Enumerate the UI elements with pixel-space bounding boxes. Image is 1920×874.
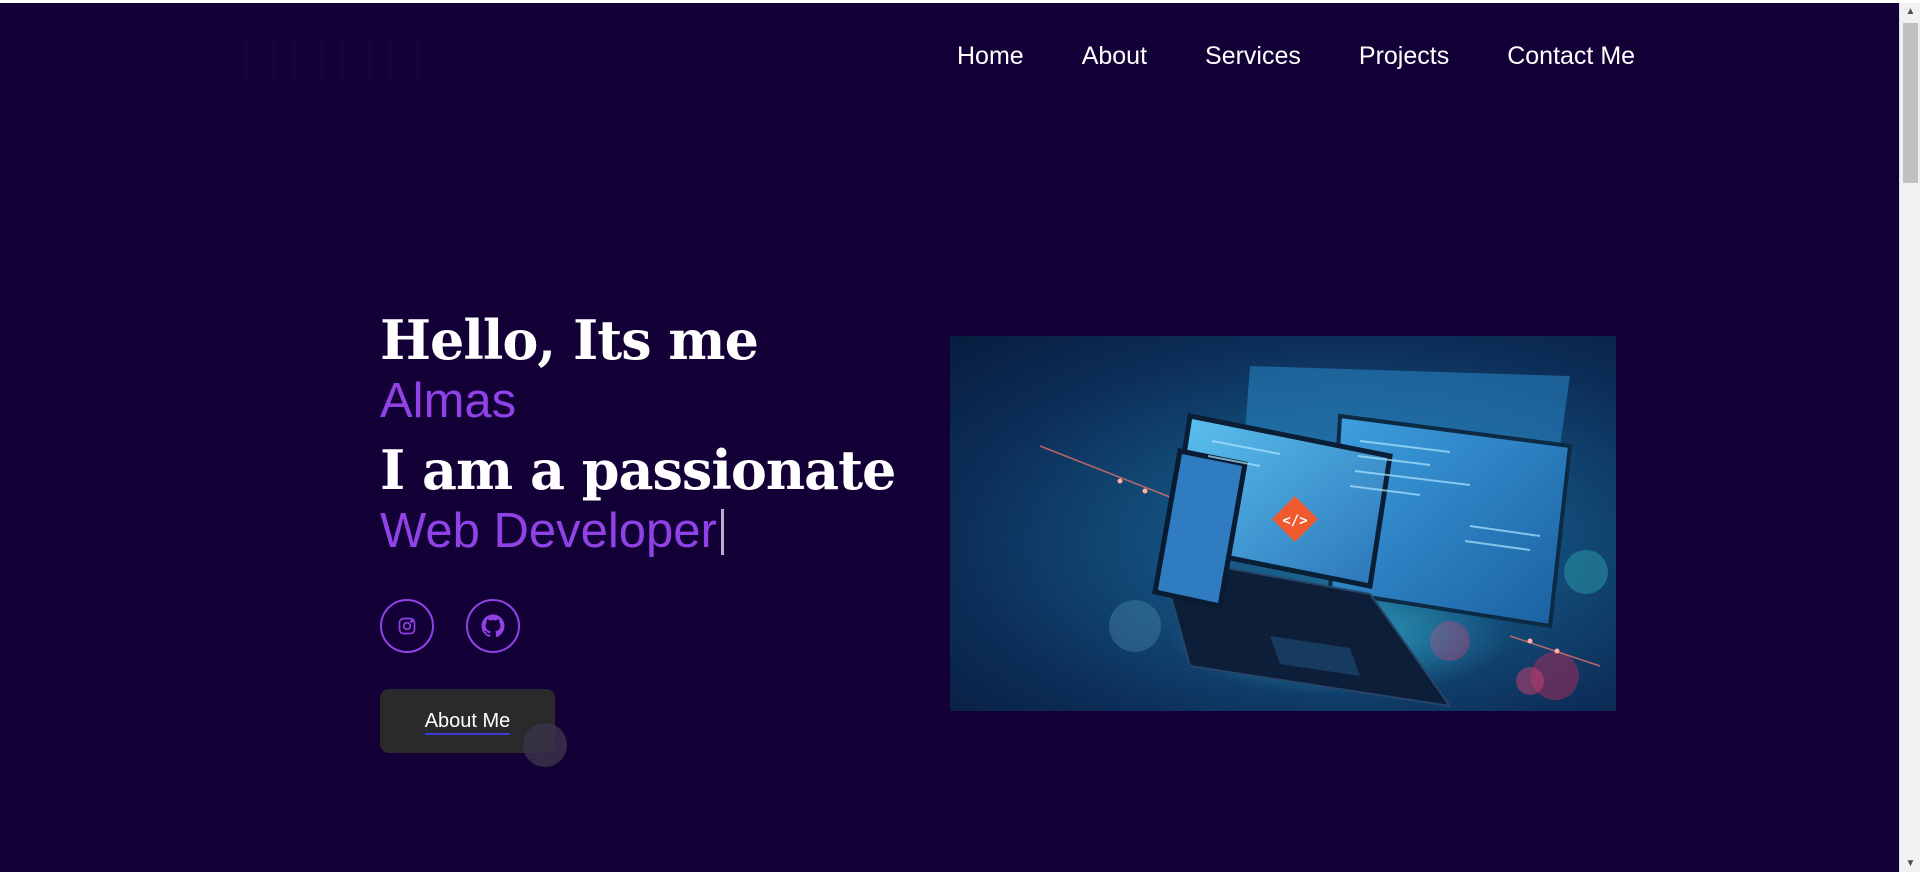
logo-mark: [293, 35, 323, 79]
light-dot: [1117, 478, 1123, 484]
scrollbar-thumb[interactable]: [1903, 23, 1918, 183]
hero-role: Web Developer: [380, 504, 717, 558]
nav-link-services[interactable]: Services: [1205, 41, 1301, 71]
hero-tagline: I am a passionate: [380, 438, 896, 502]
github-link[interactable]: [466, 599, 520, 653]
logo-mark: [245, 35, 275, 79]
light-dot: [1527, 638, 1533, 644]
hero-text: Hello, Its me Almas I am a passionate We…: [380, 309, 940, 561]
logo-mark: [389, 35, 419, 79]
about-me-label: About Me: [424, 709, 511, 735]
navbar: Home About Services Projects Contact Me: [0, 3, 1899, 103]
social-links: [380, 599, 520, 653]
nav-link-projects[interactable]: Projects: [1359, 41, 1449, 71]
hero-name: Almas: [380, 374, 517, 428]
typing-cursor: [720, 509, 724, 555]
code-icon: </>: [1282, 513, 1307, 529]
about-button-wrap: About Me: [380, 689, 567, 767]
nav-links: Home About Services Projects Contact Me: [957, 41, 1635, 71]
github-icon: [481, 614, 505, 638]
scroll-down-arrow-icon[interactable]: ▼: [1900, 855, 1920, 872]
nav-link-contact[interactable]: Contact Me: [1507, 41, 1635, 71]
bokeh-light: [1516, 667, 1544, 695]
hero-role-line: Web Developer: [380, 501, 940, 561]
site-logo[interactable]: [245, 31, 419, 83]
cursor-blob: [523, 723, 567, 767]
instagram-link[interactable]: [380, 599, 434, 653]
logo-mark: [341, 35, 371, 79]
vertical-scrollbar[interactable]: ▲ ▼: [1899, 3, 1920, 872]
instagram-icon: [398, 617, 416, 635]
hero-greeting: Hello, Its me: [380, 308, 759, 372]
light-dot: [1554, 648, 1560, 654]
page-viewport: Home About Services Projects Contact Me …: [0, 3, 1899, 872]
hero-illustration: </>: [1039, 366, 1608, 708]
hero-image: </>: [950, 336, 1616, 711]
nav-link-home[interactable]: Home: [957, 41, 1024, 71]
scroll-up-arrow-icon[interactable]: ▲: [1900, 3, 1920, 20]
light-dot: [1142, 488, 1148, 494]
bokeh-light: [1109, 600, 1161, 652]
bokeh-light: [1564, 550, 1608, 594]
light-streak: [1039, 445, 1181, 502]
nav-link-about[interactable]: About: [1082, 41, 1147, 71]
